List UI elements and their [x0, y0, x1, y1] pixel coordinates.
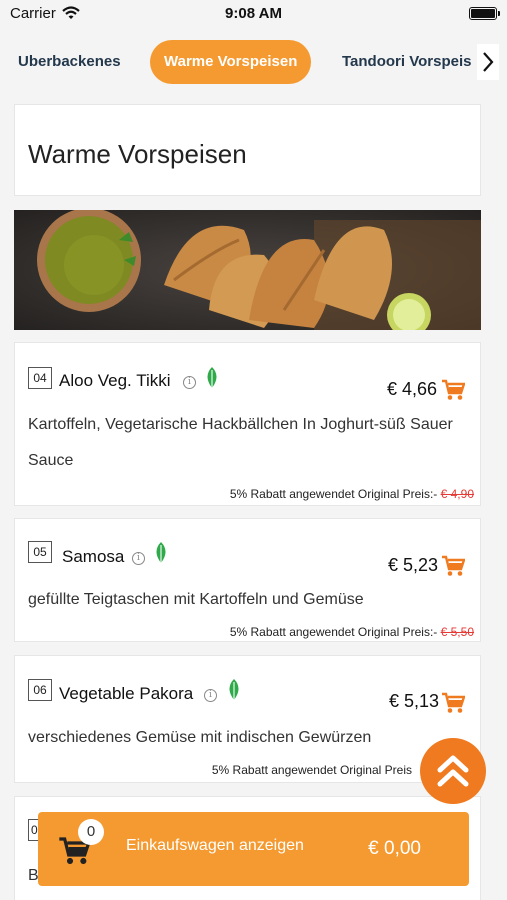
discount-text: 5% Rabatt angewendet Original Preis	[211, 763, 412, 777]
status-bar: Carrier 9:08 AM	[0, 0, 507, 28]
cart-count-badge: 0	[78, 819, 104, 845]
discount-text: 5% Rabatt angewendet Original Preis:-	[229, 487, 438, 501]
section-header: Warme Vorspeisen	[14, 104, 481, 196]
menu-item-card[interactable]: 05 Samosa i € 5,23 gefüllte Teigtaschen …	[14, 518, 481, 642]
status-time: 9:08 AM	[225, 5, 282, 22]
menu-item-card[interactable]: 04 Aloo Veg. Tikki i € 4,66 Kartoffeln, …	[14, 342, 481, 506]
discount-text: 5% Rabatt angewendet Original Preis:-	[229, 625, 438, 639]
item-name: Aloo Veg. Tikki	[59, 371, 171, 390]
menu-item-card[interactable]: 06 Vegetable Pakora i € 5,13 verschieden…	[14, 655, 481, 783]
vegetarian-leaf-icon	[207, 367, 217, 388]
item-price: € 5,23	[388, 555, 439, 575]
cart-total: € 0,00	[368, 838, 421, 859]
add-to-cart-icon[interactable]	[441, 379, 465, 401]
page-title: Warme Vorspeisen	[28, 139, 247, 169]
scroll-to-top-button[interactable]	[420, 738, 486, 804]
discount-info: 5% Rabatt angewendet Original Preis:- € …	[230, 487, 474, 501]
tab-tandoori-vorspeisen[interactable]: Tandoori Vorspeis	[342, 40, 471, 84]
original-price: € 4,90	[440, 487, 474, 501]
cart-label: Einkaufswagen anzeigen	[126, 837, 304, 854]
view-cart-button[interactable]: 0 Einkaufswagen anzeigen € 0,00	[38, 812, 469, 886]
item-price: € 4,66	[387, 379, 438, 399]
double-chevron-up-icon	[437, 755, 469, 787]
category-banner-image	[14, 210, 481, 330]
tab-warme-vorspeisen[interactable]: Warme Vorspeisen	[150, 40, 312, 84]
category-tabs: Uberbackenes Warme Vorspeisen Tandoori V…	[0, 28, 507, 98]
add-to-cart-icon[interactable]	[441, 555, 465, 577]
item-number: 05	[28, 541, 52, 563]
item-name: Samosa	[62, 547, 125, 566]
item-description: Kartoffeln, Vegetarische Hackbällchen In…	[28, 416, 453, 469]
item-description: gefüllte Teigtaschen mit Kartoffeln und …	[28, 591, 364, 608]
vegetarian-leaf-icon	[156, 542, 166, 563]
item-description: verschiedenes Gemüse mit indischen Gewür…	[28, 729, 372, 746]
item-number: 04	[28, 367, 52, 389]
discount-info: 5% Rabatt angewendet Original Preis:- € …	[230, 625, 474, 639]
chevron-right-icon	[483, 52, 494, 72]
item-name: Vegetable Pakora	[59, 684, 194, 703]
item-price: € 5,13	[389, 691, 440, 711]
info-icon[interactable]: i	[204, 689, 217, 702]
add-to-cart-icon[interactable]	[441, 692, 465, 714]
battery-icon	[469, 7, 500, 20]
info-icon[interactable]: i	[132, 552, 145, 565]
original-price: € 5,50	[440, 625, 474, 639]
info-icon[interactable]: i	[183, 376, 196, 389]
item-number: 06	[28, 679, 52, 701]
vegetarian-leaf-icon	[229, 679, 239, 700]
tabs-next-button[interactable]	[477, 44, 499, 80]
tab-uberbackenes[interactable]: Uberbackenes	[18, 40, 121, 84]
discount-info: 5% Rabatt angewendet Original Preis	[212, 763, 412, 777]
